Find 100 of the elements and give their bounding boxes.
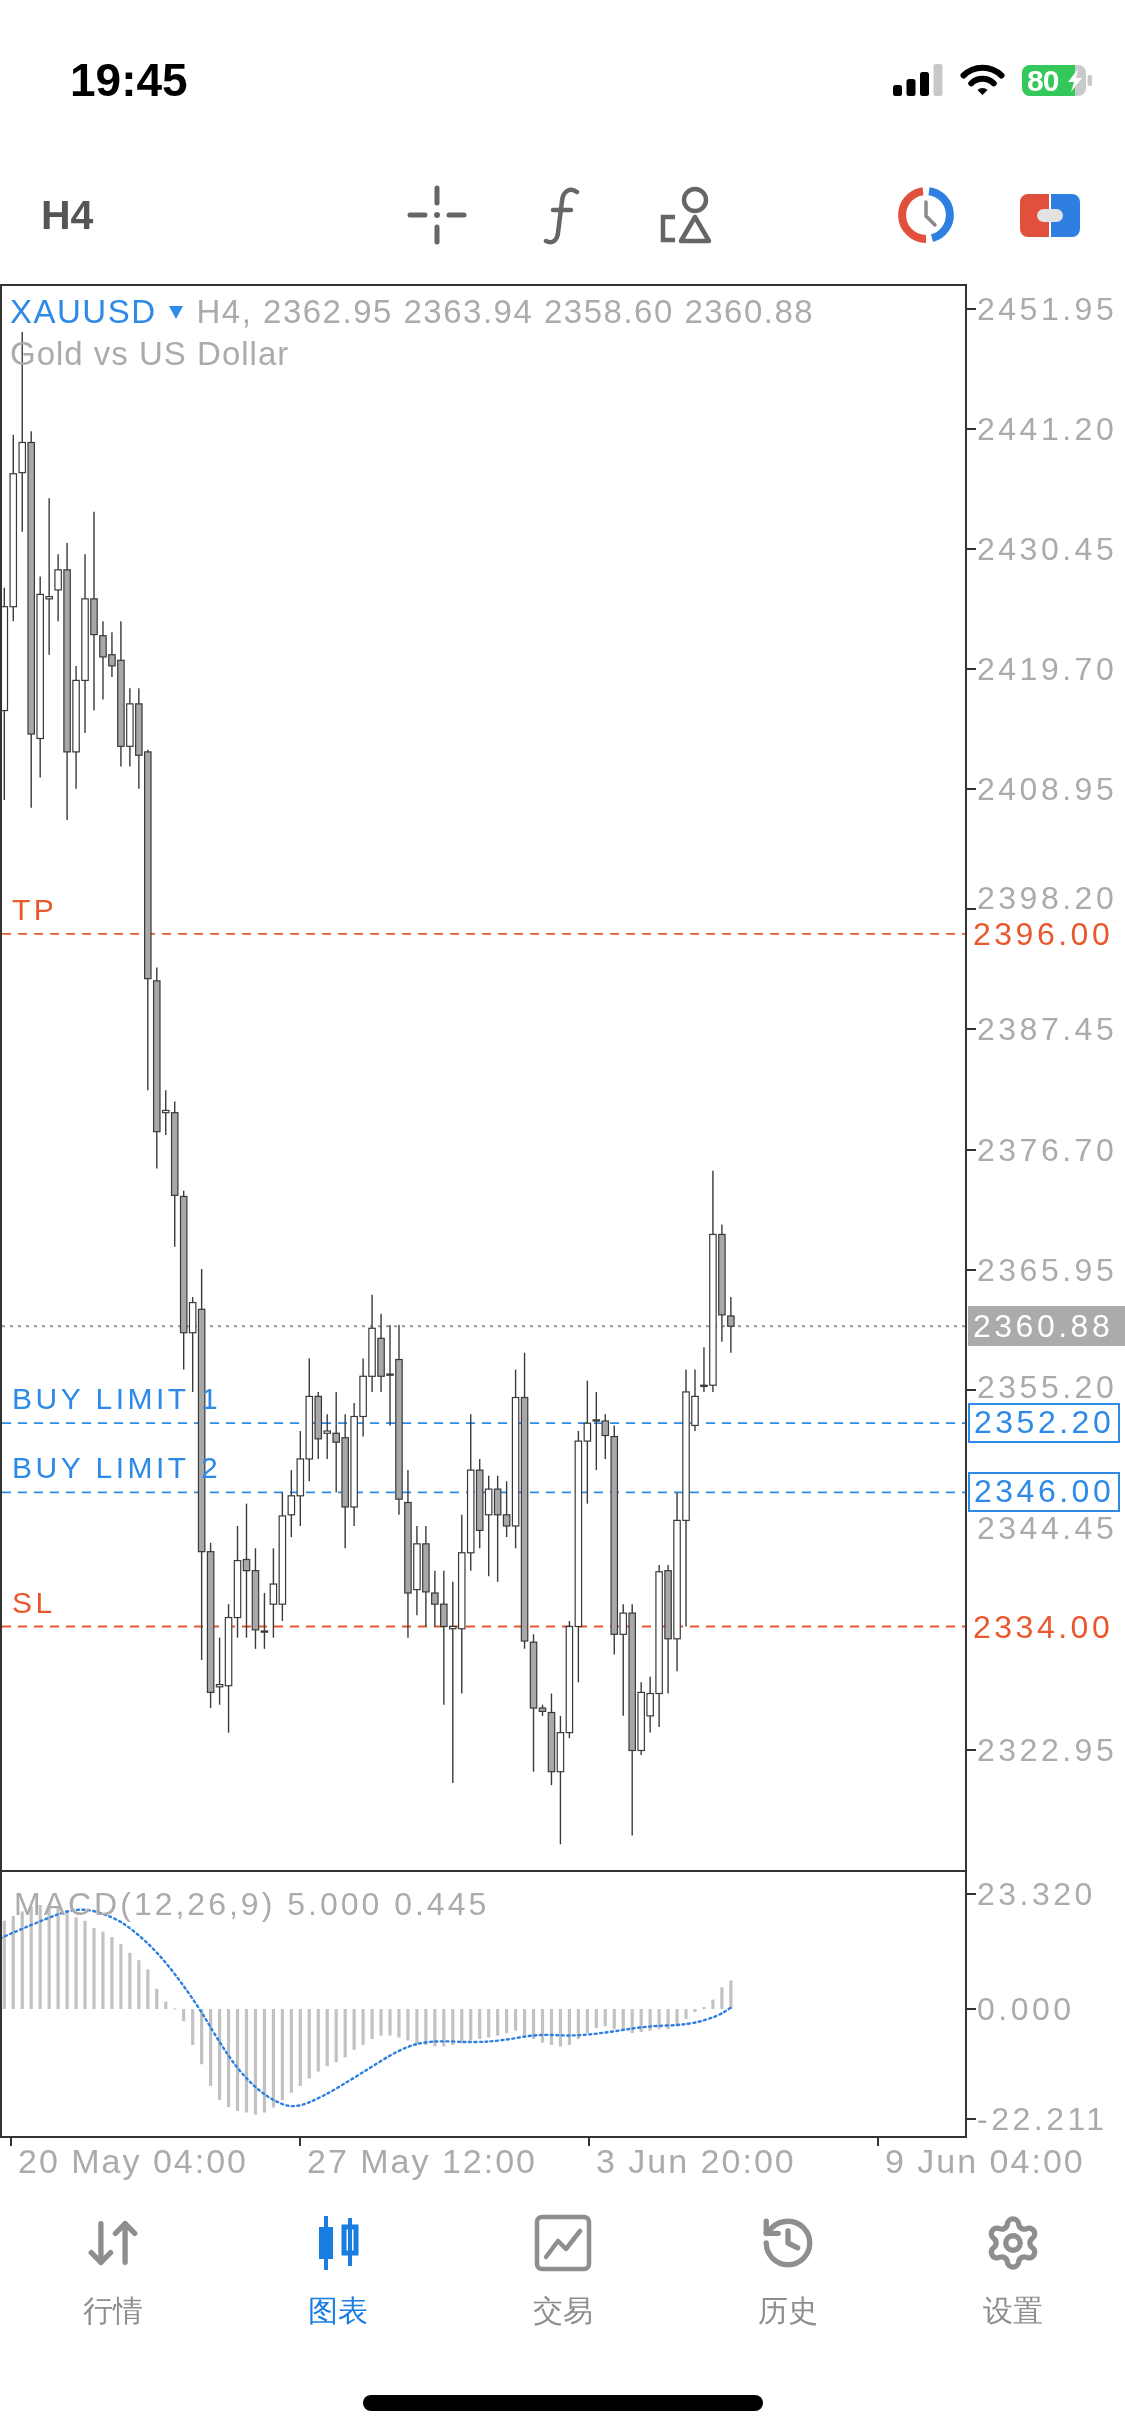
price-label: 2322.95 bbox=[977, 1732, 1118, 1767]
symbol-selector[interactable]: XAUUSD bbox=[10, 292, 183, 332]
tab[interactable]: 交易 bbox=[450, 2190, 675, 2340]
histogram-bar bbox=[612, 2009, 616, 2030]
histogram-bar bbox=[164, 2001, 168, 2009]
time-label: 27 May 12:00 bbox=[307, 2143, 538, 2179]
indicator-scale-label: -22.211 bbox=[977, 2101, 1108, 2136]
status-time: 19:45 bbox=[70, 55, 188, 105]
clock-icon[interactable] bbox=[896, 185, 956, 245]
histogram-bar bbox=[505, 2009, 509, 2034]
histogram-bar bbox=[146, 1969, 150, 2009]
histogram-bar bbox=[379, 2009, 383, 2036]
time-label: 9 Jun 04:00 bbox=[885, 2143, 1085, 2179]
histogram-bar bbox=[137, 1960, 141, 2009]
histogram-bar bbox=[514, 2009, 518, 2031]
histogram-bar bbox=[522, 2009, 527, 2036]
histogram-bar bbox=[370, 2009, 374, 2040]
time-label: 20 May 04:00 bbox=[18, 2143, 249, 2179]
histogram-bar bbox=[442, 2009, 446, 2047]
histogram-bar bbox=[639, 2009, 643, 2033]
histogram-bar bbox=[128, 1952, 132, 2009]
histogram-bar bbox=[460, 2009, 464, 2044]
histogram-bar bbox=[657, 2009, 661, 2030]
price-label: 2441.20 bbox=[977, 412, 1118, 447]
price-label: 2430.45 bbox=[977, 532, 1118, 567]
histogram-bar bbox=[424, 2009, 428, 2045]
histogram-bar bbox=[451, 2009, 455, 2045]
histogram-bar bbox=[558, 2009, 563, 2047]
histogram-bar bbox=[684, 2009, 688, 2019]
histogram-bar bbox=[182, 2009, 186, 2022]
price-label: 2355.20 bbox=[977, 1370, 1118, 1405]
price-label: 2365.95 bbox=[977, 1252, 1118, 1287]
shapes-icon[interactable] bbox=[658, 186, 714, 244]
histogram-bar bbox=[200, 2009, 204, 2065]
histogram-bar bbox=[576, 2009, 580, 2040]
order-label: SL bbox=[12, 1586, 56, 1619]
indicator-scale-label: 0.000 bbox=[977, 1992, 1075, 2026]
histogram-bar bbox=[110, 1937, 114, 2009]
histogram-bar bbox=[549, 2009, 554, 2045]
histogram-bar bbox=[567, 2009, 571, 2045]
tab[interactable]: 图表 bbox=[225, 2190, 450, 2340]
histogram-bar bbox=[729, 1980, 733, 2009]
histogram-bar bbox=[666, 2009, 670, 2030]
indicator-scale-label: 23.320 bbox=[977, 1877, 1096, 1912]
histogram-bar bbox=[352, 2009, 356, 2050]
caret-icon bbox=[168, 305, 183, 319]
price-label: 2451.95 bbox=[977, 292, 1118, 326]
order-price-tag: 2346.00 bbox=[968, 1472, 1121, 1513]
histogram-bar bbox=[307, 2009, 311, 2079]
function-icon[interactable] bbox=[543, 185, 581, 245]
histogram-bar bbox=[361, 2009, 365, 2045]
order-label: TP bbox=[12, 893, 58, 926]
price-label: 2408.95 bbox=[977, 772, 1118, 807]
histogram-bar bbox=[675, 2009, 679, 2027]
histogram-bar bbox=[711, 1999, 715, 2009]
histogram-bar bbox=[397, 2009, 401, 2038]
timeframe-button[interactable]: H4 bbox=[41, 192, 101, 238]
histogram-bar bbox=[585, 2009, 589, 2034]
time-label: 3 Jun 20:00 bbox=[596, 2143, 796, 2179]
histogram-bar bbox=[119, 1943, 123, 2009]
histogram-bar bbox=[487, 2009, 491, 2038]
price-label: 2398.20 bbox=[977, 880, 1118, 915]
histogram-bar bbox=[540, 2009, 545, 2043]
histogram-bar bbox=[388, 2009, 392, 2036]
histogram-bar bbox=[630, 2009, 634, 2034]
histogram-bar bbox=[415, 2009, 419, 2044]
wifi-icon bbox=[959, 63, 1006, 97]
crosshair-icon[interactable] bbox=[407, 185, 467, 245]
histogram-bar bbox=[594, 2009, 598, 2029]
current-price-tag: 2360.88 bbox=[968, 1306, 1125, 1347]
line-chart-icon bbox=[533, 2214, 592, 2272]
signal-strength-icon bbox=[893, 64, 943, 96]
histogram-bar bbox=[720, 1987, 724, 2009]
histogram-bar bbox=[406, 2009, 410, 2041]
battery-icon bbox=[1022, 64, 1092, 96]
ohlc-readout: H4, 2362.95 2363.94 2358.60 2360.88 bbox=[196, 292, 815, 332]
histogram-bar bbox=[648, 2009, 652, 2031]
histogram-bar bbox=[433, 2009, 437, 2047]
price-label: 2419.70 bbox=[977, 652, 1118, 687]
toggle-icon[interactable] bbox=[1020, 193, 1080, 237]
indicator-title: MACD(12,26,9) 5.000 0.445 bbox=[14, 1886, 490, 1922]
histogram-bar bbox=[469, 2009, 473, 2041]
histogram-bar bbox=[693, 2009, 697, 2012]
tab[interactable]: 设置 bbox=[900, 2190, 1125, 2340]
tab[interactable]: 历史 bbox=[675, 2190, 900, 2340]
histogram-bar bbox=[316, 2009, 320, 2072]
price-label: 2376.70 bbox=[977, 1132, 1118, 1167]
histogram-bar bbox=[621, 2009, 625, 2031]
histogram-bar bbox=[478, 2009, 482, 2040]
histogram-bar bbox=[531, 2009, 536, 2040]
histogram-bar bbox=[334, 2009, 338, 2063]
price-label: 2387.45 bbox=[977, 1012, 1118, 1047]
histogram-bar bbox=[155, 1988, 159, 2009]
histogram-bar bbox=[191, 2009, 195, 2045]
price-label: 2344.45 bbox=[977, 1511, 1118, 1546]
tab[interactable]: 行情 bbox=[0, 2190, 225, 2340]
histogram-bar bbox=[603, 2009, 607, 2027]
order-price-tag: 2352.20 bbox=[968, 1403, 1121, 1444]
battery-percentage: 80 bbox=[1027, 64, 1059, 96]
histogram-bar bbox=[496, 2009, 500, 2036]
